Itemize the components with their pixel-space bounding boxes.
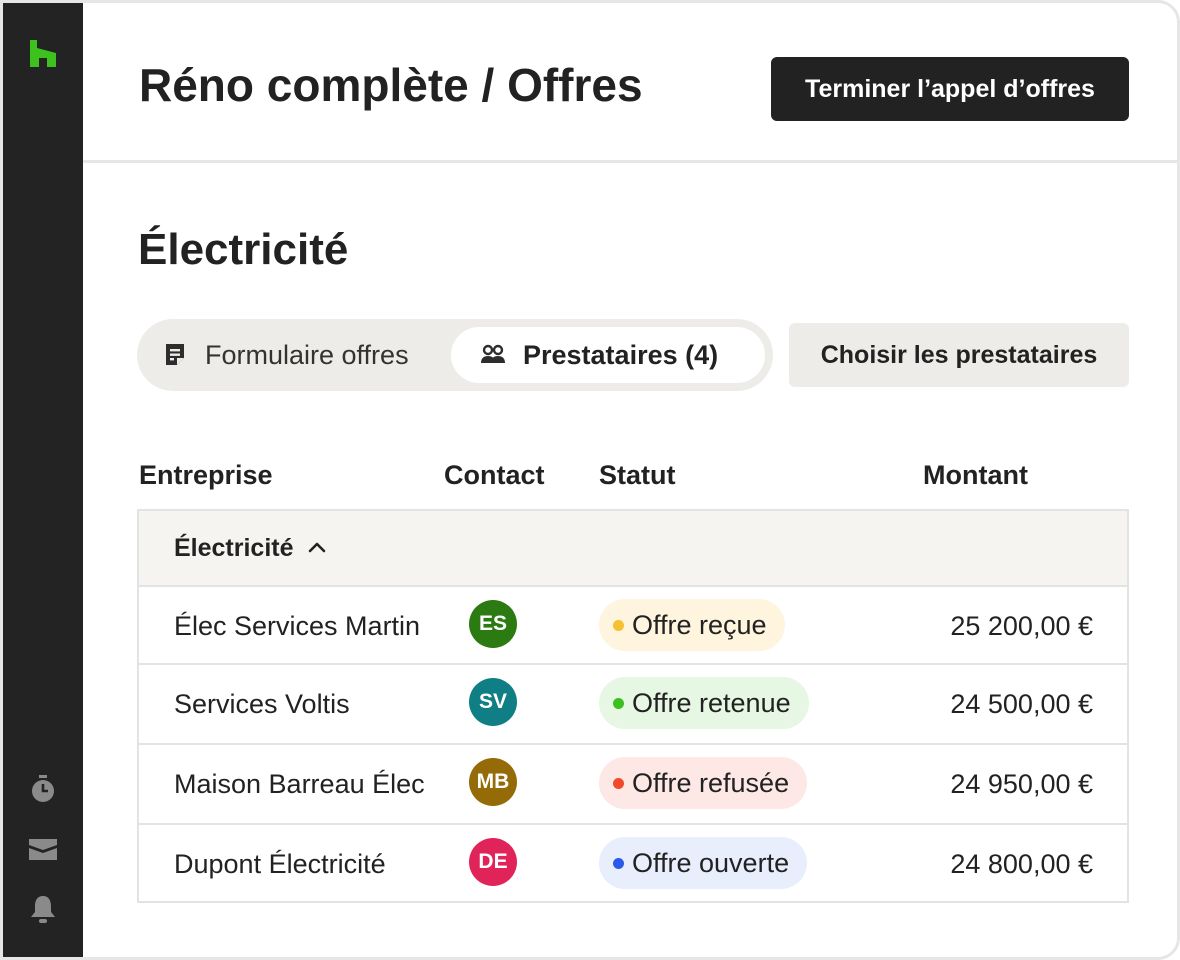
status-label: Offre refusée bbox=[632, 767, 790, 798]
stopwatch-icon[interactable] bbox=[27, 773, 59, 805]
chevron-up-icon[interactable] bbox=[306, 537, 328, 559]
status-dot bbox=[613, 697, 624, 709]
status-badge: Offre reçue bbox=[599, 599, 785, 651]
group-header[interactable]: Électricité bbox=[139, 511, 1127, 585]
status-dot bbox=[613, 619, 624, 631]
breadcrumb-project[interactable]: Réno complète / bbox=[139, 59, 507, 111]
houzz-logo-icon[interactable] bbox=[27, 37, 59, 69]
status-dot bbox=[613, 857, 624, 869]
finish-bid-button[interactable]: Terminer l’appel d’offres bbox=[771, 57, 1129, 121]
tab-form[interactable]: Formulaire offres bbox=[161, 327, 409, 383]
main-content: Réno complète / Offres Terminer l’appel … bbox=[83, 3, 1177, 957]
section-title: Électricité bbox=[138, 225, 349, 274]
status-dot bbox=[613, 777, 624, 789]
page-title: Réno complète / Offres bbox=[139, 55, 643, 115]
company-name: Services Voltis bbox=[174, 688, 350, 719]
avatar[interactable]: DE bbox=[469, 838, 517, 886]
amount: 24 500,00 € bbox=[950, 688, 1093, 719]
sidebar bbox=[3, 3, 83, 957]
amount: 24 950,00 € bbox=[950, 768, 1093, 799]
company-name: Maison Barreau Élec bbox=[174, 768, 425, 799]
inbox-icon[interactable] bbox=[27, 833, 59, 865]
view-toggle: Formulaire offres Prestataires (4) bbox=[137, 319, 773, 391]
status-badge: Offre refusée bbox=[599, 757, 808, 809]
breadcrumb-current: Offres bbox=[507, 59, 643, 111]
people-icon bbox=[481, 344, 505, 363]
page-header: Réno complète / Offres Terminer l’appel … bbox=[83, 3, 1177, 163]
column-header-company: Entreprise bbox=[139, 460, 273, 490]
status-label: Offre retenue bbox=[632, 687, 791, 718]
document-icon bbox=[166, 344, 184, 365]
avatar[interactable]: MB bbox=[469, 758, 517, 806]
table-row[interactable]: Dupont Électricité DE Offre ouverte 24 8… bbox=[139, 823, 1127, 901]
company-name: Dupont Électricité bbox=[174, 848, 386, 879]
status-badge: Offre ouverte bbox=[599, 837, 808, 889]
status-badge: Offre retenue bbox=[599, 677, 809, 729]
tab-providers[interactable]: Prestataires (4) bbox=[451, 327, 765, 383]
status-label: Offre reçue bbox=[632, 609, 767, 640]
table-row[interactable]: Maison Barreau Élec MB Offre refusée 24 … bbox=[139, 743, 1127, 821]
table-row[interactable]: Services Voltis SV Offre retenue 24 500,… bbox=[139, 663, 1127, 741]
avatar[interactable]: ES bbox=[469, 600, 517, 648]
amount: 24 800,00 € bbox=[950, 848, 1093, 879]
bell-icon[interactable] bbox=[27, 893, 59, 925]
providers-table: Électricité Élec Services Martin ES Offr… bbox=[137, 509, 1129, 903]
app-window: Réno complète / Offres Terminer l’appel … bbox=[0, 0, 1180, 960]
status-label: Offre ouverte bbox=[632, 847, 790, 878]
column-header-contact: Contact bbox=[444, 460, 545, 490]
column-header-amount: Montant bbox=[923, 460, 1028, 490]
avatar[interactable]: SV bbox=[469, 678, 517, 726]
company-name: Élec Services Martin bbox=[174, 610, 421, 641]
tab-form-label: Formulaire offres bbox=[205, 339, 409, 370]
column-header-status: Statut bbox=[599, 460, 676, 490]
amount: 25 200,00 € bbox=[950, 610, 1093, 641]
choose-providers-button[interactable]: Choisir les prestataires bbox=[789, 323, 1129, 387]
group-label: Électricité bbox=[174, 533, 294, 562]
table-row[interactable]: Élec Services Martin ES Offre reçue 25 2… bbox=[139, 585, 1127, 663]
tab-providers-label: Prestataires (4) bbox=[523, 339, 719, 370]
